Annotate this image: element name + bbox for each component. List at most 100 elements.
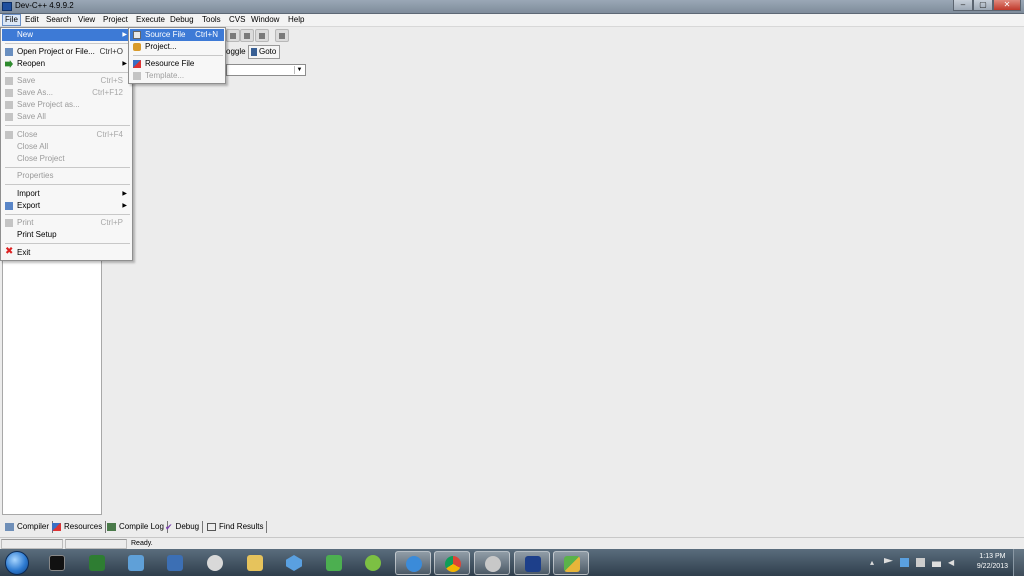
tab-compile-log[interactable]: Compile Log [104,521,168,533]
file-menu-save-project-as[interactable]: Save Project as... [2,99,131,111]
file-menu-close-project[interactable]: Close Project [2,153,131,165]
chevron-down-icon[interactable]: ▼ [294,66,304,74]
action-center-flag-icon[interactable] [884,558,893,564]
file-menu-print[interactable]: Print Ctrl+P [2,217,131,229]
menu-item-label: Print Setup [17,230,57,239]
menu-project[interactable]: Project [101,15,130,25]
file-menu-open[interactable]: Open Project or File... Ctrl+O [2,46,131,58]
menu-item-label: Print [17,218,34,227]
tab-label: Resources [64,522,103,531]
menu-item-label: Open Project or File... [17,47,95,56]
menu-item-label: Save All [17,112,46,121]
new-resource-file[interactable]: Resource File [130,58,224,70]
menu-file[interactable]: File [2,14,21,26]
taskbar-app-spotify[interactable] [355,551,391,575]
menu-window[interactable]: Window [249,15,281,25]
status-cell-position [1,539,63,549]
itunes-icon [406,556,422,572]
toolbar-button-unindent[interactable] [226,29,240,42]
file-menu-close[interactable]: Close Ctrl+F4 [2,129,131,141]
file-menu-close-all[interactable]: Close All [2,141,131,153]
file-menu-properties[interactable]: Properties [2,170,131,182]
menu-cvs[interactable]: CVS [227,15,247,25]
menu-edit[interactable]: Edit [23,15,41,25]
goto-button[interactable]: Goto [248,45,280,59]
file-menu-save-as[interactable]: Save As... Ctrl+F12 [2,87,131,99]
volume-icon[interactable]: ◀ [948,558,957,567]
taskbar-app-devcpp[interactable] [514,551,550,575]
connect-icon [167,555,183,571]
maximize-button[interactable]: ▢ [973,0,993,11]
menu-tools[interactable]: Tools [200,15,223,25]
menu-help[interactable]: Help [286,15,306,25]
windows-taskbar: ▴ ◀ 1:13 PM 9/22/2013 [0,549,1024,576]
taskbar-app-network[interactable] [118,551,154,575]
file-menu-save[interactable]: Save Ctrl+S [2,75,131,87]
new-source-file[interactable]: Source File Ctrl+N [130,29,224,41]
show-desktop-button[interactable] [1013,549,1024,576]
tab-compiler[interactable]: Compiler [2,521,54,533]
taskbar-app-connect[interactable] [157,551,193,575]
tray-expand-icon[interactable]: ▴ [870,558,879,567]
taskbar-app-cmd[interactable] [39,551,75,575]
taskbar-app-dropbox[interactable] [276,551,312,575]
file-menu-save-all[interactable]: Save All [2,111,131,123]
evernote-icon [326,555,342,571]
file-menu-new[interactable]: New ▶ [2,29,131,41]
new-project[interactable]: Project... [130,41,224,53]
menu-execute[interactable]: Execute [134,15,167,25]
submenu-arrow-icon: ▶ [122,61,127,67]
tab-debug[interactable]: ✔ Debug [162,521,204,533]
clock[interactable]: 1:13 PM 9/22/2013 [977,552,1008,572]
window-title: Dev-C++ 4.9.9.2 [15,1,74,10]
printer-icon [5,219,13,227]
paint-palette-icon [485,556,501,572]
minimize-button[interactable]: – [953,0,973,11]
menu-debug[interactable]: Debug [168,15,196,25]
menu-item-label: Project... [145,42,177,51]
menu-item-label: Save [17,76,36,85]
tab-find-results[interactable]: Find Results [204,521,268,533]
close-button[interactable]: ✕ [993,0,1021,11]
file-menu-export[interactable]: Export ▶ [2,200,131,212]
taskbar-app-sticky[interactable] [553,551,589,575]
cmd-icon [49,555,65,571]
save-as-icon [5,89,13,97]
class-selector-combo[interactable]: ▼ [226,64,306,76]
taskbar-app-explorer[interactable] [237,551,273,575]
new-template[interactable]: Template... [130,70,224,82]
dropbox-tray-icon[interactable] [900,558,909,567]
menu-search[interactable]: Search [44,15,73,25]
taskbar-app-chrome[interactable] [434,551,470,575]
toolbar-button-shield[interactable] [275,29,289,42]
menu-bar: File Edit Search View Project Execute De… [0,14,1024,27]
device-tray-icon[interactable] [916,558,925,567]
exit-x-icon: ✖ [5,246,14,257]
file-menu-import[interactable]: Import ▶ [2,188,131,200]
toggle-bookmark-button[interactable]: oggle [226,45,246,59]
file-menu-reopen[interactable]: Reopen ▶ [2,58,131,70]
menu-separator [5,243,130,244]
unindent-icon [230,33,236,39]
menu-view[interactable]: View [76,15,97,25]
save-project-icon [5,101,13,109]
system-tray: ▴ ◀ 1:13 PM 9/22/2013 [864,549,1024,576]
taskbar-app-evernote[interactable] [316,551,352,575]
new-submenu: Source File Ctrl+N Project... Resource F… [128,27,226,84]
tab-resources[interactable]: Resources [49,521,107,533]
toolbar-button-bookmark-prev[interactable] [240,29,254,42]
taskbar-app-paint[interactable] [197,551,233,575]
taskbar-app-itunes[interactable] [395,551,431,575]
network-signal-icon[interactable] [932,558,941,567]
clock-date: 9/22/2013 [976,563,1008,570]
file-menu-print-setup[interactable]: Print Setup [2,229,131,241]
start-button[interactable] [5,551,29,575]
menu-item-label: Import [17,189,40,198]
status-cell-mode [65,539,127,549]
file-menu-exit[interactable]: ✖ Exit [2,247,131,259]
taskbar-app-excel[interactable] [79,551,115,575]
editor-area[interactable] [105,78,1024,516]
toolbar-button-bookmark-next[interactable] [255,29,269,42]
taskbar-app-paint-palette[interactable] [474,551,510,575]
menu-item-shortcut: Ctrl+P [100,218,123,227]
